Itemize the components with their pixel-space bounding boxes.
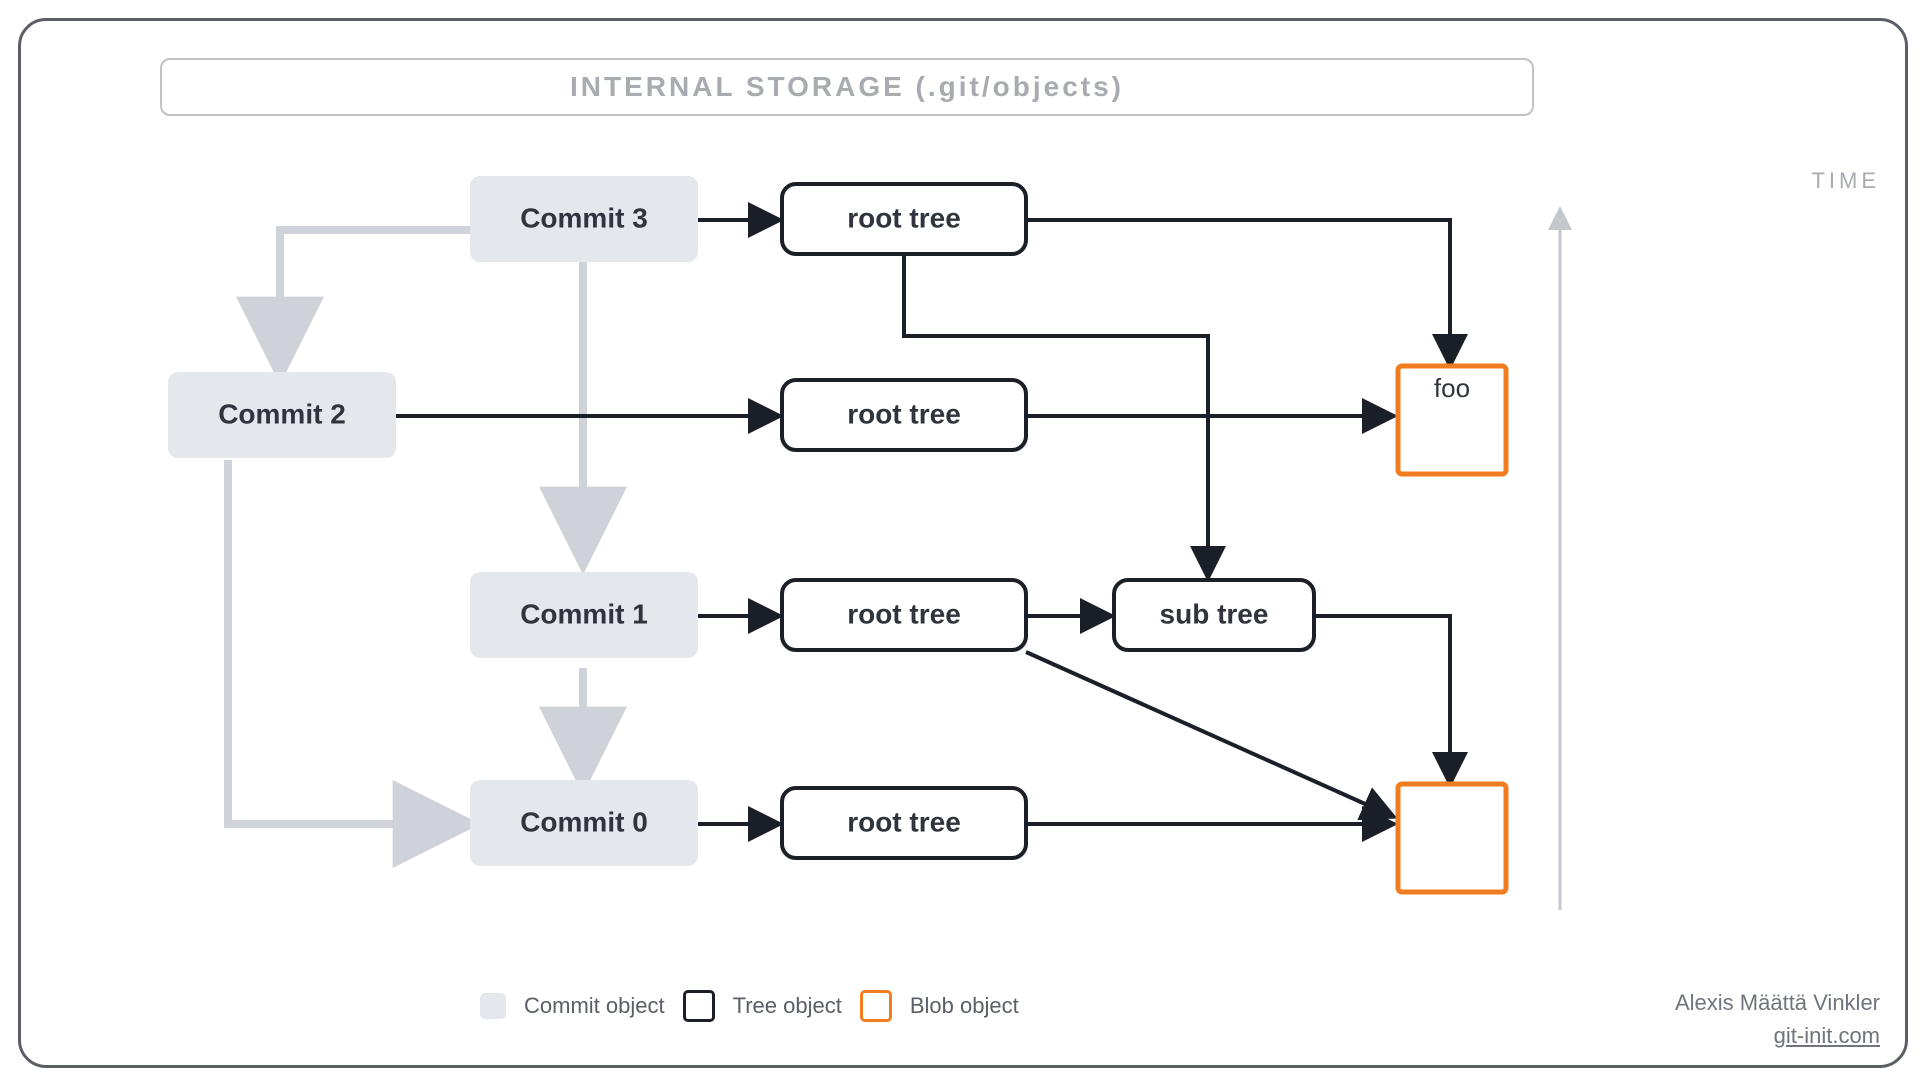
legend-swatch-commit [480,993,506,1019]
legend: Commit object Tree object Blob object [480,990,1019,1022]
commit3-label: Commit 3 [520,202,648,233]
legend-blob: Blob object [910,993,1019,1019]
tree-nodes [782,184,1314,858]
svg-text:root tree: root tree [847,398,961,429]
object-graph: Commit 3 Commit 2 Commit 1 Commit 0 root… [0,0,1920,1080]
commit0-label: Commit 0 [520,806,648,837]
tree-labels: root tree root tree root tree root tree … [847,202,1268,837]
legend-swatch-blob [860,990,892,1022]
ref-edges [392,220,1450,824]
credit-author: Alexis Määttä Vinkler [1675,986,1880,1019]
legend-swatch-tree [683,990,715,1022]
svg-text:sub tree: sub tree [1160,598,1269,629]
blob-foo-label: foo [1434,373,1470,403]
legend-commit: Commit object [524,993,665,1019]
commit1-label: Commit 1 [520,598,648,629]
commit2-label: Commit 2 [218,398,346,429]
svg-text:root tree: root tree [847,598,961,629]
time-label: TIME [1811,168,1880,194]
credit: Alexis Määttä Vinkler git-init.com [1675,986,1880,1052]
commit-nodes: Commit 3 Commit 2 Commit 1 Commit 0 [168,176,698,866]
svg-text:root tree: root tree [847,806,961,837]
svg-text:root tree: root tree [847,202,961,233]
parent-edges [228,230,583,824]
legend-tree: Tree object [733,993,842,1019]
credit-site: git-init.com [1675,1019,1880,1052]
